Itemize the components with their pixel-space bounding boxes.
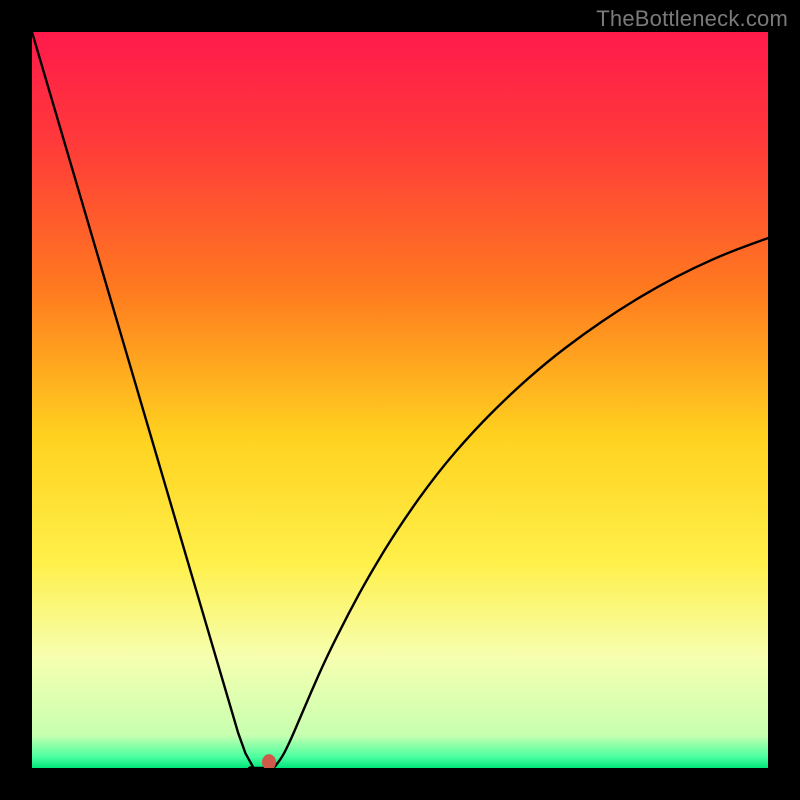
chart-svg [32,32,768,768]
chart-frame: TheBottleneck.com [0,0,800,800]
gradient-background [32,32,768,768]
plot-area [32,32,768,768]
watermark-text: TheBottleneck.com [596,6,788,32]
